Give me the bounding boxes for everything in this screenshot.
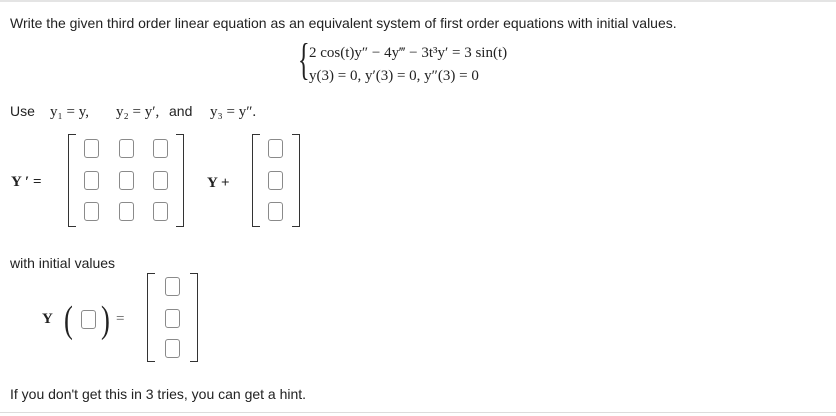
initial-values-label: with initial values (10, 255, 116, 271)
differential-equation: 2 cos(t)y″ − 4y‴ − 3t³y′ = 3 sin(t) (309, 45, 508, 61)
bottom-divider (0, 412, 836, 413)
vector-right-bracket (292, 134, 300, 227)
matrix-a22-input[interactable] (119, 171, 134, 190)
system-brace: { (298, 35, 310, 84)
matrix-right-bracket (176, 134, 184, 227)
def-y2: y₂ = y′, (116, 104, 160, 120)
matrix-a13-input[interactable] (153, 139, 168, 158)
matrix-a32-input[interactable] (119, 202, 134, 221)
instruction-text: Write the given third order linear equat… (10, 15, 677, 31)
iv-y1-input[interactable] (165, 277, 180, 296)
vector-g2-input[interactable] (268, 171, 283, 190)
iv-left-bracket (147, 273, 155, 362)
def-y1: y₁ = y, (50, 104, 89, 120)
y-plus: Y + (207, 175, 230, 191)
left-paren: ( (64, 299, 73, 341)
matrix-a12-input[interactable] (119, 139, 134, 158)
y-label: Y (42, 311, 53, 327)
use-label: Use (10, 103, 35, 119)
hint-text: If you don't get this in 3 tries, you ca… (10, 386, 307, 402)
matrix-left-bracket (68, 134, 76, 227)
iv-y2-input[interactable] (165, 309, 180, 328)
vector-left-bracket (252, 134, 260, 227)
def-y3: y₃ = y″. (210, 104, 257, 120)
vector-g3-input[interactable] (268, 202, 283, 221)
iv-equals: = (116, 311, 125, 327)
and-label: and (169, 103, 193, 119)
iv-y3-input[interactable] (165, 339, 180, 358)
matrix-a33-input[interactable] (153, 202, 168, 221)
y-prime-equals: Y ′ = (11, 174, 42, 190)
initial-conditions: y(3) = 0, y′(3) = 0, y″(3) = 0 (309, 68, 479, 84)
right-paren: ) (101, 299, 110, 341)
vector-g1-input[interactable] (268, 139, 283, 158)
iv-right-bracket (190, 273, 198, 362)
initial-time-input[interactable] (81, 310, 96, 329)
matrix-a31-input[interactable] (84, 202, 99, 221)
matrix-a11-input[interactable] (84, 139, 99, 158)
matrix-a21-input[interactable] (84, 171, 99, 190)
top-divider (0, 0, 836, 2)
matrix-a23-input[interactable] (153, 171, 168, 190)
